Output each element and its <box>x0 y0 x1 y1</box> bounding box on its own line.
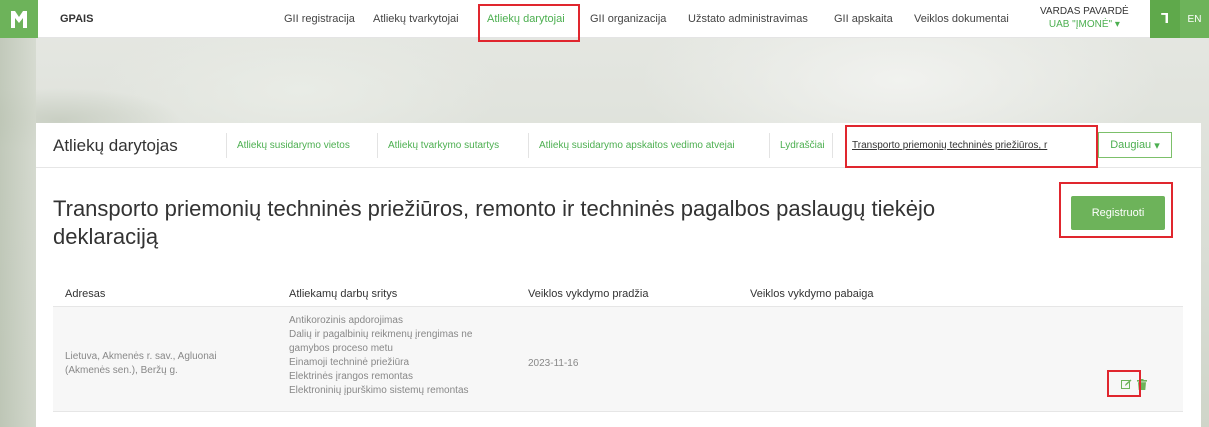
subnav-tvarkymo-sutartys[interactable]: Atliekų tvarkymo sutartys <box>388 140 499 151</box>
divider <box>377 133 378 158</box>
nav-gii-apskaita[interactable]: GII apskaita <box>834 13 893 25</box>
highlight-actions-box <box>1107 370 1141 397</box>
column-header-start: Veiklos vykdymo pradžia <box>528 288 649 300</box>
highlight-subnav-box <box>845 125 1098 168</box>
nav-gii-registracija[interactable]: GII registracija <box>284 13 355 25</box>
caret-down-icon: ▾ <box>1114 19 1120 30</box>
nav-uzstato-administravimas[interactable]: Užstato administravimas <box>688 13 808 25</box>
main-card: Atliekų darytojas Atliekų susidarymo vie… <box>36 123 1201 427</box>
nav-atlieku-tvarkytojai[interactable]: Atliekų tvarkytojai <box>373 13 459 25</box>
column-header-address: Adresas <box>65 288 106 300</box>
subnav-susidarymo-vietos[interactable]: Atliekų susidarymo vietos <box>237 140 350 151</box>
highlight-nav-box <box>478 4 580 42</box>
top-navbar: GPAIS GII registracija Atliekų tvarkytoj… <box>0 0 1209 38</box>
nav-veiklos-dokumentai[interactable]: Veiklos dokumentai <box>914 13 1009 25</box>
column-header-end: Veiklos vykdymo pabaiga <box>750 288 874 300</box>
highlight-register-box <box>1059 182 1173 238</box>
cell-works: Antikorozinis apdorojimas Dalių ir pagal… <box>289 315 473 396</box>
subnav-apskaitos-atvejai[interactable]: Atliekų susidarymo apskaitos vedimo atve… <box>539 140 735 151</box>
user-name: VARDAS PAVARDĖ <box>1040 6 1129 17</box>
user-menu[interactable]: VARDAS PAVARDĖ UAB "ĮMONĖ" ▾ <box>1040 5 1129 31</box>
background-strip <box>0 38 36 427</box>
caret-down-icon: ▾ <box>1154 139 1160 152</box>
divider <box>832 133 833 158</box>
table-row-divider <box>53 411 1183 412</box>
brand-title[interactable]: GPAIS <box>60 13 93 25</box>
subnav-title: Atliekų darytojas <box>53 136 178 155</box>
divider <box>528 133 529 158</box>
subnav-lydrasciai[interactable]: Lydraščiai <box>780 140 825 151</box>
page-title: Transporto priemonių techninės priežiūro… <box>53 196 936 249</box>
nav-gii-organizacija[interactable]: GII organizacija <box>590 13 666 25</box>
column-header-works: Atliekamų darbų sritys <box>289 288 398 300</box>
more-dropdown-button[interactable]: Daugiau ▾ <box>1098 132 1172 158</box>
language-button[interactable]: EN <box>1180 0 1209 38</box>
table-row[interactable] <box>53 307 1183 411</box>
user-org: UAB "ĮMONĖ" ▾ <box>1048 19 1120 30</box>
divider <box>769 133 770 158</box>
font-size-button[interactable]: Ꞁ <box>1150 0 1180 38</box>
cell-address: Lietuva, Akmenės r. sav., Agluonai (Akme… <box>65 351 217 376</box>
cell-start-date: 2023-11-16 <box>528 358 579 369</box>
logo-icon[interactable] <box>0 0 38 38</box>
divider <box>226 133 227 158</box>
